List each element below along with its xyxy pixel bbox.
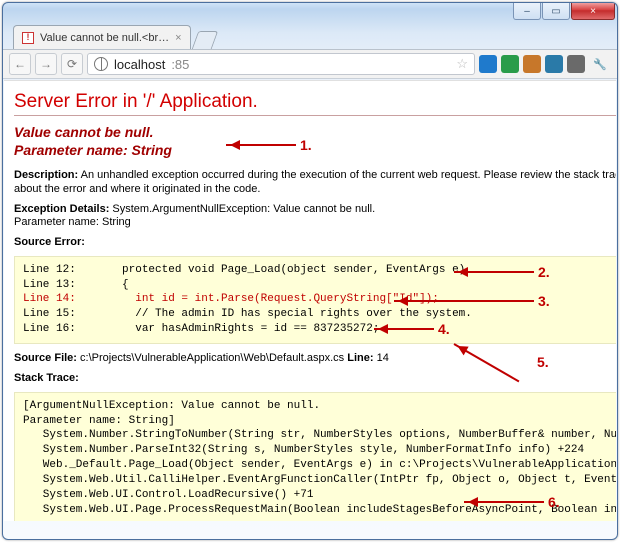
code-line: Line 15: // The admin ID has special rig…: [23, 308, 472, 320]
forward-button[interactable]: →: [35, 53, 57, 75]
globe-icon: [94, 57, 108, 71]
code-line: Line 12: protected void Page_Load(object…: [23, 264, 465, 276]
window-close-button[interactable]: ×: [571, 3, 615, 20]
wrench-menu-icon[interactable]: 🔧: [589, 53, 611, 75]
extension-icon[interactable]: [567, 55, 585, 73]
error-message-line: Value cannot be null.: [14, 124, 154, 140]
source-error-label: Source Error:: [14, 236, 616, 250]
window-minimize-button[interactable]: –: [513, 3, 541, 20]
exception-text: System.ArgumentNullException: Value cann…: [109, 203, 375, 215]
stack-trace-text: [ArgumentNullException: Value cannot be …: [23, 400, 616, 516]
source-error-label-text: Source Error:: [14, 236, 85, 248]
description-label: Description:: [14, 169, 78, 181]
extension-icon[interactable]: [545, 55, 563, 73]
code-line-highlight: Line 14: int id = int.Parse(Request.Quer…: [23, 293, 439, 305]
tab-strip: ! Value cannot be null.<br… ×: [3, 23, 617, 49]
extension-icon[interactable]: [501, 55, 519, 73]
tab-title: Value cannot be null.<br…: [40, 32, 169, 44]
page-viewport[interactable]: Server Error in '/' Application. Value c…: [4, 80, 616, 521]
line-label: Line:: [347, 352, 373, 364]
tab-favicon-error-icon: !: [22, 32, 34, 44]
extension-icon[interactable]: [479, 55, 497, 73]
new-tab-button[interactable]: [191, 31, 218, 49]
window-titlebar: – ▭ ×: [3, 3, 617, 23]
extension-icons: [479, 55, 585, 73]
exception-label: Exception Details:: [14, 203, 109, 215]
source-file-line: Source File: c:\Projects\VulnerableAppli…: [14, 352, 616, 364]
url-host: localhost: [114, 57, 165, 72]
exception-para: Exception Details: System.ArgumentNullEx…: [14, 203, 616, 231]
error-message: Value cannot be null. Parameter name: St…: [14, 124, 616, 159]
code-line: Line 13: {: [23, 279, 129, 291]
line-number: 14: [374, 352, 389, 364]
extension-icon[interactable]: [523, 55, 541, 73]
code-line: Line 16: var hasAdminRights = id == 8372…: [23, 323, 379, 335]
exception-text2: Parameter name: String: [14, 216, 131, 228]
source-file-text: c:\Projects\VulnerableApplication\Web\De…: [77, 352, 344, 364]
address-bar[interactable]: localhost :85 ☆: [87, 53, 475, 75]
description-text: An unhandled exception occurred during t…: [14, 169, 616, 195]
error-message-line: Parameter name: String: [14, 142, 172, 158]
stack-trace-label: Stack Trace:: [14, 372, 616, 386]
tab-active[interactable]: ! Value cannot be null.<br… ×: [13, 25, 191, 49]
stack-trace-code: [ArgumentNullException: Value cannot be …: [14, 392, 616, 521]
browser-window: – ▭ × ! Value cannot be null.<br… × ← → …: [2, 2, 618, 540]
error-page: Server Error in '/' Application. Value c…: [4, 81, 616, 521]
source-error-code: Line 12: protected void Page_Load(object…: [14, 256, 616, 344]
reload-button[interactable]: ⟳: [61, 53, 83, 75]
back-button[interactable]: ←: [9, 53, 31, 75]
page-title: Server Error in '/' Application.: [14, 91, 616, 113]
window-maximize-button[interactable]: ▭: [542, 3, 570, 20]
browser-toolbar: ← → ⟳ localhost :85 ☆ 🔧: [3, 49, 617, 79]
url-port: :85: [171, 57, 189, 72]
bookmark-star-icon[interactable]: ☆: [456, 56, 468, 72]
tab-close-icon[interactable]: ×: [175, 32, 181, 44]
divider: [14, 115, 616, 116]
source-file-label: Source File:: [14, 352, 77, 364]
stack-trace-label-text: Stack Trace:: [14, 372, 79, 384]
description-para: Description: An unhandled exception occu…: [14, 169, 616, 197]
